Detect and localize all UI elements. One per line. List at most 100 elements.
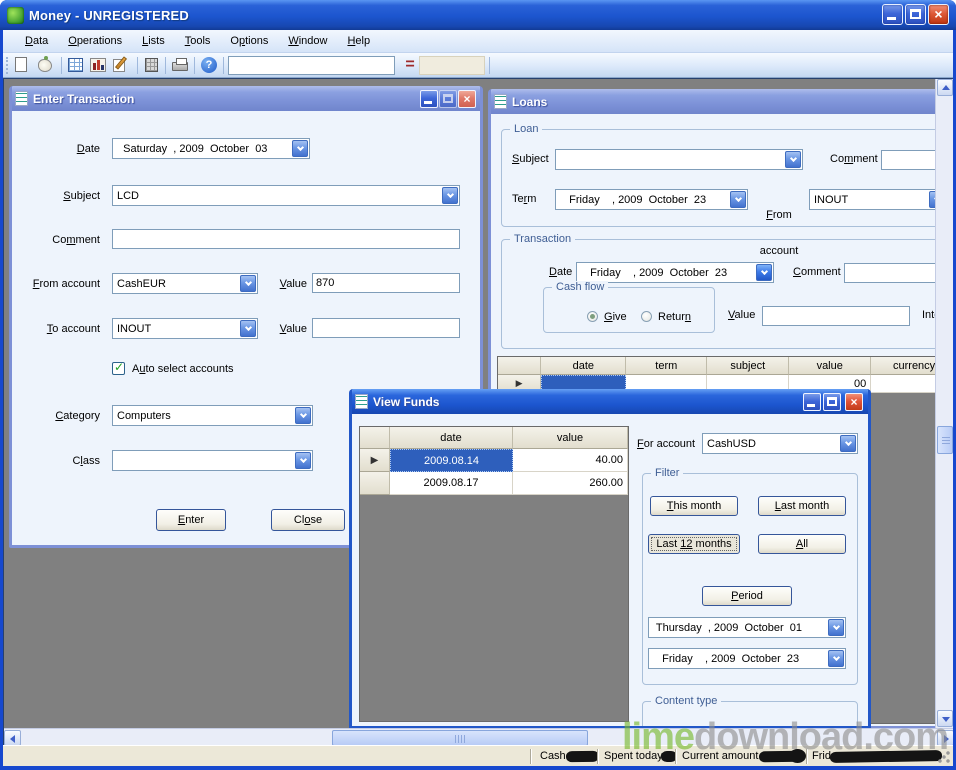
toolbar-separator [137, 57, 138, 74]
for-account-combobox[interactable]: CashUSD [702, 433, 858, 454]
loan-term-datepicker[interactable]: Friday , 2009 October 23 [555, 189, 748, 210]
chevron-down-icon[interactable] [730, 191, 746, 208]
give-radio[interactable] [587, 311, 598, 322]
minimize-button[interactable] [420, 90, 438, 108]
column-header-date[interactable]: date [390, 427, 513, 449]
close-button[interactable]: × [458, 90, 476, 108]
maximize-button[interactable] [905, 4, 926, 25]
money-bag-icon[interactable] [35, 55, 55, 75]
this-month-button[interactable]: This month [650, 496, 738, 516]
page-glyph [15, 57, 27, 72]
from-account-combobox[interactable]: CashEUR [112, 273, 258, 294]
toolbar-grip[interactable] [6, 57, 9, 74]
chevron-down-icon[interactable] [295, 452, 311, 469]
calculator-icon[interactable] [142, 55, 162, 75]
auto-select-checkbox[interactable]: ✓ [112, 362, 125, 375]
enter-button[interactable]: Enter [156, 509, 226, 531]
bag-glyph [38, 59, 52, 72]
menu-operations[interactable]: Operations [58, 30, 132, 52]
menu-lists[interactable]: Lists [132, 30, 175, 52]
vertical-scroll-thumb[interactable] [937, 426, 953, 454]
chevron-down-icon[interactable] [292, 140, 308, 157]
close-button[interactable]: × [928, 4, 949, 25]
scroll-up-button[interactable] [937, 79, 953, 96]
column-header-subject[interactable]: subject [707, 357, 789, 375]
cell-value[interactable]: 40.00 [513, 449, 628, 472]
to-account-combobox[interactable]: INOUT [112, 318, 258, 339]
column-header-value[interactable]: value [789, 357, 871, 375]
from-value-input[interactable] [312, 273, 460, 293]
help-icon[interactable]: ? [199, 55, 219, 75]
class-combobox[interactable] [112, 450, 313, 471]
table-row[interactable]: ▶ 2009.08.14 40.00 [360, 449, 628, 472]
period-to-datepicker[interactable]: Friday , 2009 October 23 [648, 648, 846, 669]
accounts-table-icon[interactable] [66, 55, 86, 75]
transaction-date-datepicker[interactable]: Friday , 2009 October 23 [576, 262, 774, 283]
chevron-down-icon[interactable] [828, 619, 844, 636]
horizontal-scroll-thumb[interactable] [332, 730, 588, 745]
return-radio[interactable] [641, 311, 652, 322]
period-from-datepicker[interactable]: Thursday , 2009 October 01 [648, 617, 846, 638]
menu-window[interactable]: Window [278, 30, 337, 52]
transaction-legend: Transaction [510, 233, 575, 246]
period-to-value: Friday , 2009 October 23 [649, 653, 827, 665]
chevron-down-icon[interactable] [840, 435, 856, 452]
loan-from-account-combobox[interactable]: INOUT [809, 189, 947, 210]
menu-help[interactable]: Help [337, 30, 380, 52]
transaction-value-input[interactable] [762, 306, 910, 326]
loan-subject-combobox[interactable] [555, 149, 803, 170]
scroll-right-button[interactable] [937, 730, 953, 745]
category-combobox[interactable]: Computers [112, 405, 313, 426]
equals-icon[interactable]: = [403, 55, 417, 75]
menu-options[interactable]: Options [220, 30, 278, 52]
last-month-button[interactable]: Last month [758, 496, 846, 516]
menu-data[interactable]: Data [15, 30, 58, 52]
last-12-months-button[interactable]: Last 12 months [648, 534, 740, 554]
chevron-down-icon[interactable] [295, 407, 311, 424]
chevron-down-icon[interactable] [785, 151, 801, 168]
column-header-date[interactable]: date [541, 357, 626, 375]
view-funds-window: View Funds × date value ▶ 2009.08.14 40.… [349, 389, 871, 729]
scroll-left-button[interactable] [4, 730, 21, 745]
scroll-down-button[interactable] [937, 710, 953, 727]
toolbar-search-input[interactable] [228, 56, 395, 75]
main-titlebar[interactable]: Money - UNREGISTERED [0, 0, 956, 30]
subject-combobox[interactable]: LCD [112, 185, 460, 206]
date-datepicker[interactable]: Saturday , 2009 October 03 [112, 138, 310, 159]
loans-titlebar[interactable]: Loans [488, 89, 953, 114]
view-funds-titlebar[interactable]: View Funds [349, 389, 871, 414]
chart-icon[interactable] [88, 55, 108, 75]
cell-date[interactable]: 2009.08.14 [390, 449, 513, 472]
funds-grid[interactable]: date value ▶ 2009.08.14 40.00 2009.08.17… [359, 426, 629, 722]
statusbar-separator [530, 749, 531, 764]
loan-groupbox: Loan [501, 129, 953, 227]
chevron-down-icon[interactable] [828, 650, 844, 667]
all-button[interactable]: All [758, 534, 846, 554]
menu-tools[interactable]: Tools [175, 30, 221, 52]
close-button[interactable]: × [845, 393, 863, 411]
comment-label: Comment [20, 234, 100, 247]
table-row[interactable]: 2009.08.17 260.00 [360, 472, 628, 495]
horizontal-scrollbar[interactable] [4, 728, 953, 745]
cell-date[interactable]: 2009.08.17 [390, 472, 513, 495]
comment-input[interactable] [112, 229, 460, 249]
column-header-value[interactable]: value [513, 427, 628, 449]
period-button[interactable]: Period [702, 586, 792, 606]
printer-icon[interactable] [170, 55, 190, 75]
minimize-button[interactable] [803, 393, 821, 411]
maximize-button[interactable] [439, 90, 457, 108]
enter-transaction-titlebar[interactable]: Enter Transaction [9, 86, 483, 111]
vertical-scrollbar[interactable] [935, 79, 953, 728]
edit-note-icon[interactable] [111, 55, 131, 75]
cell-value[interactable]: 260.00 [513, 472, 628, 495]
minimize-button[interactable] [882, 4, 903, 25]
toolbar-result-field[interactable] [419, 56, 485, 75]
column-header-term[interactable]: term [626, 357, 707, 375]
chevron-down-icon[interactable] [756, 264, 772, 281]
to-value-input[interactable] [312, 318, 460, 338]
new-file-icon[interactable] [11, 55, 31, 75]
close-button-dialog[interactable]: Close [271, 509, 345, 531]
chevron-down-icon[interactable] [442, 187, 458, 204]
maximize-button[interactable] [823, 393, 841, 411]
resize-grip[interactable] [938, 751, 951, 764]
